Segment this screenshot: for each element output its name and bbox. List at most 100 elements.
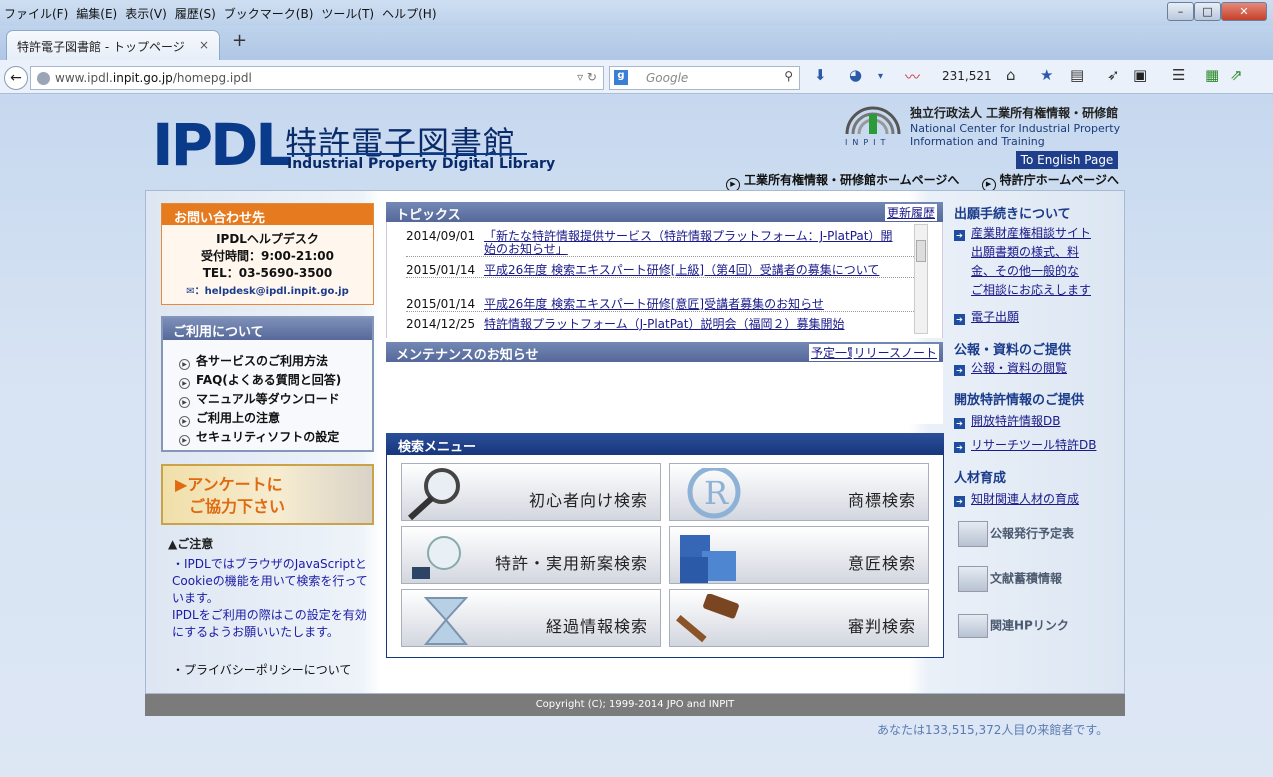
export-icon[interactable]: ⇗ [1230, 66, 1243, 84]
menu-view[interactable]: 表示(V) [121, 0, 171, 22]
close-tab-icon[interactable]: × [199, 38, 209, 52]
usage-item-howto[interactable]: ▶ 各サービスのご利用方法 [163, 352, 372, 371]
hr-link[interactable]: ➔ 知財関連人材の育成 [954, 490, 1079, 509]
bookmark-star-icon[interactable]: ★ [1040, 66, 1053, 84]
close-window-button[interactable]: ✕ [1221, 2, 1267, 21]
stats-icon[interactable]: 〰 [905, 66, 920, 87]
scrollbar-thumb[interactable] [916, 240, 926, 262]
design-search-button[interactable]: 意匠検索 [669, 526, 929, 584]
usage-item-faq[interactable]: ▶ FAQ(よくある質問と回答) [163, 371, 372, 390]
mail-icon: ✉ [186, 286, 195, 297]
helpdesk-email-link[interactable]: ：helpdesk@ipdl.inpit.go.jp [195, 286, 349, 297]
registered-mark-icon: R [687, 468, 741, 519]
bookmarks-list-icon[interactable]: ▤ [1070, 66, 1084, 84]
browser-menubar: ファイル(F) 編集(E) 表示(V) 履歴(S) ブックマーク(B) ツール(T) ヘルプ… [0, 0, 1273, 26]
search-placeholder: Google [646, 71, 689, 85]
inpit-wordmark: INPIT [845, 138, 891, 147]
patent-search-button[interactable]: 特許・実用新案検索 [401, 526, 661, 584]
minimize-button[interactable]: – [1167, 2, 1194, 21]
caution-link-1[interactable]: ・IPDLではブラウザのJavaScriptとCookieの機能を用いて検索を行… [172, 557, 368, 605]
survey-line-2: ご協力下さい [189, 497, 286, 516]
reload-icon[interactable]: ▿ ↻ [577, 70, 597, 84]
url-bar[interactable]: www.ipdl.inpit.go.jp/homepg.ipdl ▿ ↻ [30, 66, 604, 90]
usage-item-security[interactable]: ▶ セキュリティソフトの設定 [163, 428, 372, 447]
hourglass-icon [423, 597, 469, 645]
menu-tools[interactable]: ツール(T) [317, 0, 378, 22]
history-link[interactable]: 更新履歴 [884, 204, 937, 221]
extension-icon[interactable]: ▦ [1205, 66, 1219, 84]
topic-row[interactable]: 2015/01/14 平成26年度 検索エキスパート研修[上級]（第4回）受講者の… [406, 264, 916, 278]
inpit-name: 独立行政法人 工業所有権情報・研修館 [910, 106, 1119, 120]
survey-banner[interactable]: ▶アンケートに ご協力下さい [161, 464, 374, 525]
ip-consult-desc-1[interactable]: 出願書類の様式、料 [971, 243, 1079, 262]
download-icon[interactable]: ⬇ [814, 66, 827, 84]
release-notes-link[interactable]: リリースノート [851, 344, 939, 361]
google-engine-icon[interactable]: g [614, 70, 628, 85]
document-info-link[interactable]: 文献蓄積情報 [958, 566, 1062, 592]
search-icon[interactable]: ⚲ [784, 69, 793, 83]
dropdown-icon[interactable]: ▾ [878, 71, 883, 82]
topic-row[interactable]: 2014/12/25 特許情報プラットフォーム（J-PlatPat）説明会（福岡２… [406, 318, 916, 331]
earth-icon[interactable]: ◕ [849, 66, 862, 84]
trial-search-button[interactable]: 審判検索 [669, 589, 929, 647]
url-prefix: www.ipdl. [55, 71, 113, 85]
url-path: /homepg.ipdl [172, 71, 252, 85]
topics-list: 2014/09/01 「新たな特許情報提供サービス（特許情報プラットフォーム：J-… [386, 222, 943, 338]
send-icon[interactable]: ➶ [1107, 66, 1120, 84]
english-page-button[interactable]: To English Page [1016, 151, 1118, 169]
survey-line-1: ▶アンケートに [175, 475, 283, 494]
maximize-button[interactable]: □ [1194, 2, 1221, 21]
progress-search-button[interactable]: 経過情報検索 [401, 589, 661, 647]
maintenance-header: メンテナンスのお知らせ 予定一覧 リリースノート [386, 342, 943, 363]
topic-row[interactable]: 2014/09/01 「新たな特許情報提供サービス（特許情報プラットフォーム：J-… [406, 230, 916, 257]
menu-icon[interactable]: ☰ [1172, 66, 1185, 84]
menu-edit[interactable]: 編集(E) [72, 0, 121, 22]
topic-row[interactable]: 2015/01/14 平成26年度 検索エキスパート研修[意匠]受講者募集のお知ら… [406, 298, 916, 312]
document-icon [958, 566, 988, 592]
related-links-link[interactable]: 関連HPリンク [958, 614, 1069, 638]
topics-scrollbar[interactable] [914, 224, 928, 334]
ip-consult-link[interactable]: ➔ 産業財産権相談サイト [954, 224, 1091, 243]
logo-title-en: Industrial Property Digital Library [287, 156, 556, 172]
gazette-link[interactable]: ➔ 公報・資料の閲覧 [954, 359, 1067, 378]
menu-history[interactable]: 履歴(S) [171, 0, 220, 22]
open-patent-db-link[interactable]: ➔ 開放特許情報DB [954, 412, 1060, 431]
design-blocks-icon [680, 535, 736, 583]
magnifier-icon [407, 468, 460, 520]
ipdl-logo[interactable]: IPDL [152, 116, 292, 174]
play-circle-icon: ▶ [179, 397, 190, 408]
browser-tab[interactable]: 特許電子図書館 - トップページ × [6, 30, 220, 60]
menu-file[interactable]: ファイル(F) [0, 0, 72, 22]
ip-consult-desc-2[interactable]: 金、その他一般的な [971, 262, 1079, 281]
arrow-box-icon: ➔ [954, 418, 965, 429]
e-filing-link[interactable]: ➔ 電子出願 [954, 308, 1019, 327]
usage-item-manual[interactable]: ▶ マニュアル等ダウンロード [163, 390, 372, 409]
globe-icon [37, 72, 50, 85]
research-tool-db-link[interactable]: ➔ リサーチツール特許DB [954, 436, 1096, 455]
tab-strip: 特許電子図書館 - トップページ × [0, 26, 1273, 60]
amazon-icon[interactable]: ▣ [1133, 66, 1147, 84]
usage-item-notes[interactable]: ▶ ご利用上の注意 [163, 409, 372, 428]
topics-header: トピックス 更新履歴 [386, 202, 943, 223]
play-circle-icon: ▶ [179, 378, 190, 389]
caution-link-2[interactable]: IPDLをご利用の際はこの設定を有効にするようお願いいたします。 [172, 608, 367, 639]
privacy-link[interactable]: ・プライバシーポリシーについて [172, 661, 351, 678]
new-tab-button[interactable]: + [232, 30, 247, 51]
open-patent-heading: 開放特許情報のご提供 [954, 393, 1085, 408]
arrow-box-icon: ➔ [954, 365, 965, 376]
arrow-box-icon: ➔ [954, 496, 965, 507]
play-circle-icon: ▶ [179, 416, 190, 427]
menu-bookmarks[interactable]: ブックマーク(B) [220, 0, 318, 22]
gazette-schedule-link[interactable]: 公報発行予定表 [958, 521, 1074, 547]
home-icon[interactable]: ⌂ [1006, 66, 1016, 84]
menu-help[interactable]: ヘルプ(H) [378, 0, 440, 22]
helpdesk-hours: 受付時間：9:00-21:00 [200, 249, 335, 263]
search-input[interactable]: g Google ⚲ [609, 66, 800, 90]
trademark-search-button[interactable]: R 商標検索 [669, 463, 929, 521]
jpo-home-link[interactable]: 特許庁ホームページへ [1000, 173, 1119, 187]
beginner-search-button[interactable]: 初心者向け検索 [401, 463, 661, 521]
url-host: inpit.go.jp [112, 71, 173, 85]
inpit-home-link[interactable]: 工業所有権情報・研修館ホームページへ [744, 173, 959, 187]
back-button[interactable]: ← [4, 66, 28, 90]
ip-consult-desc-3[interactable]: ご相談にお応えします [971, 281, 1091, 300]
